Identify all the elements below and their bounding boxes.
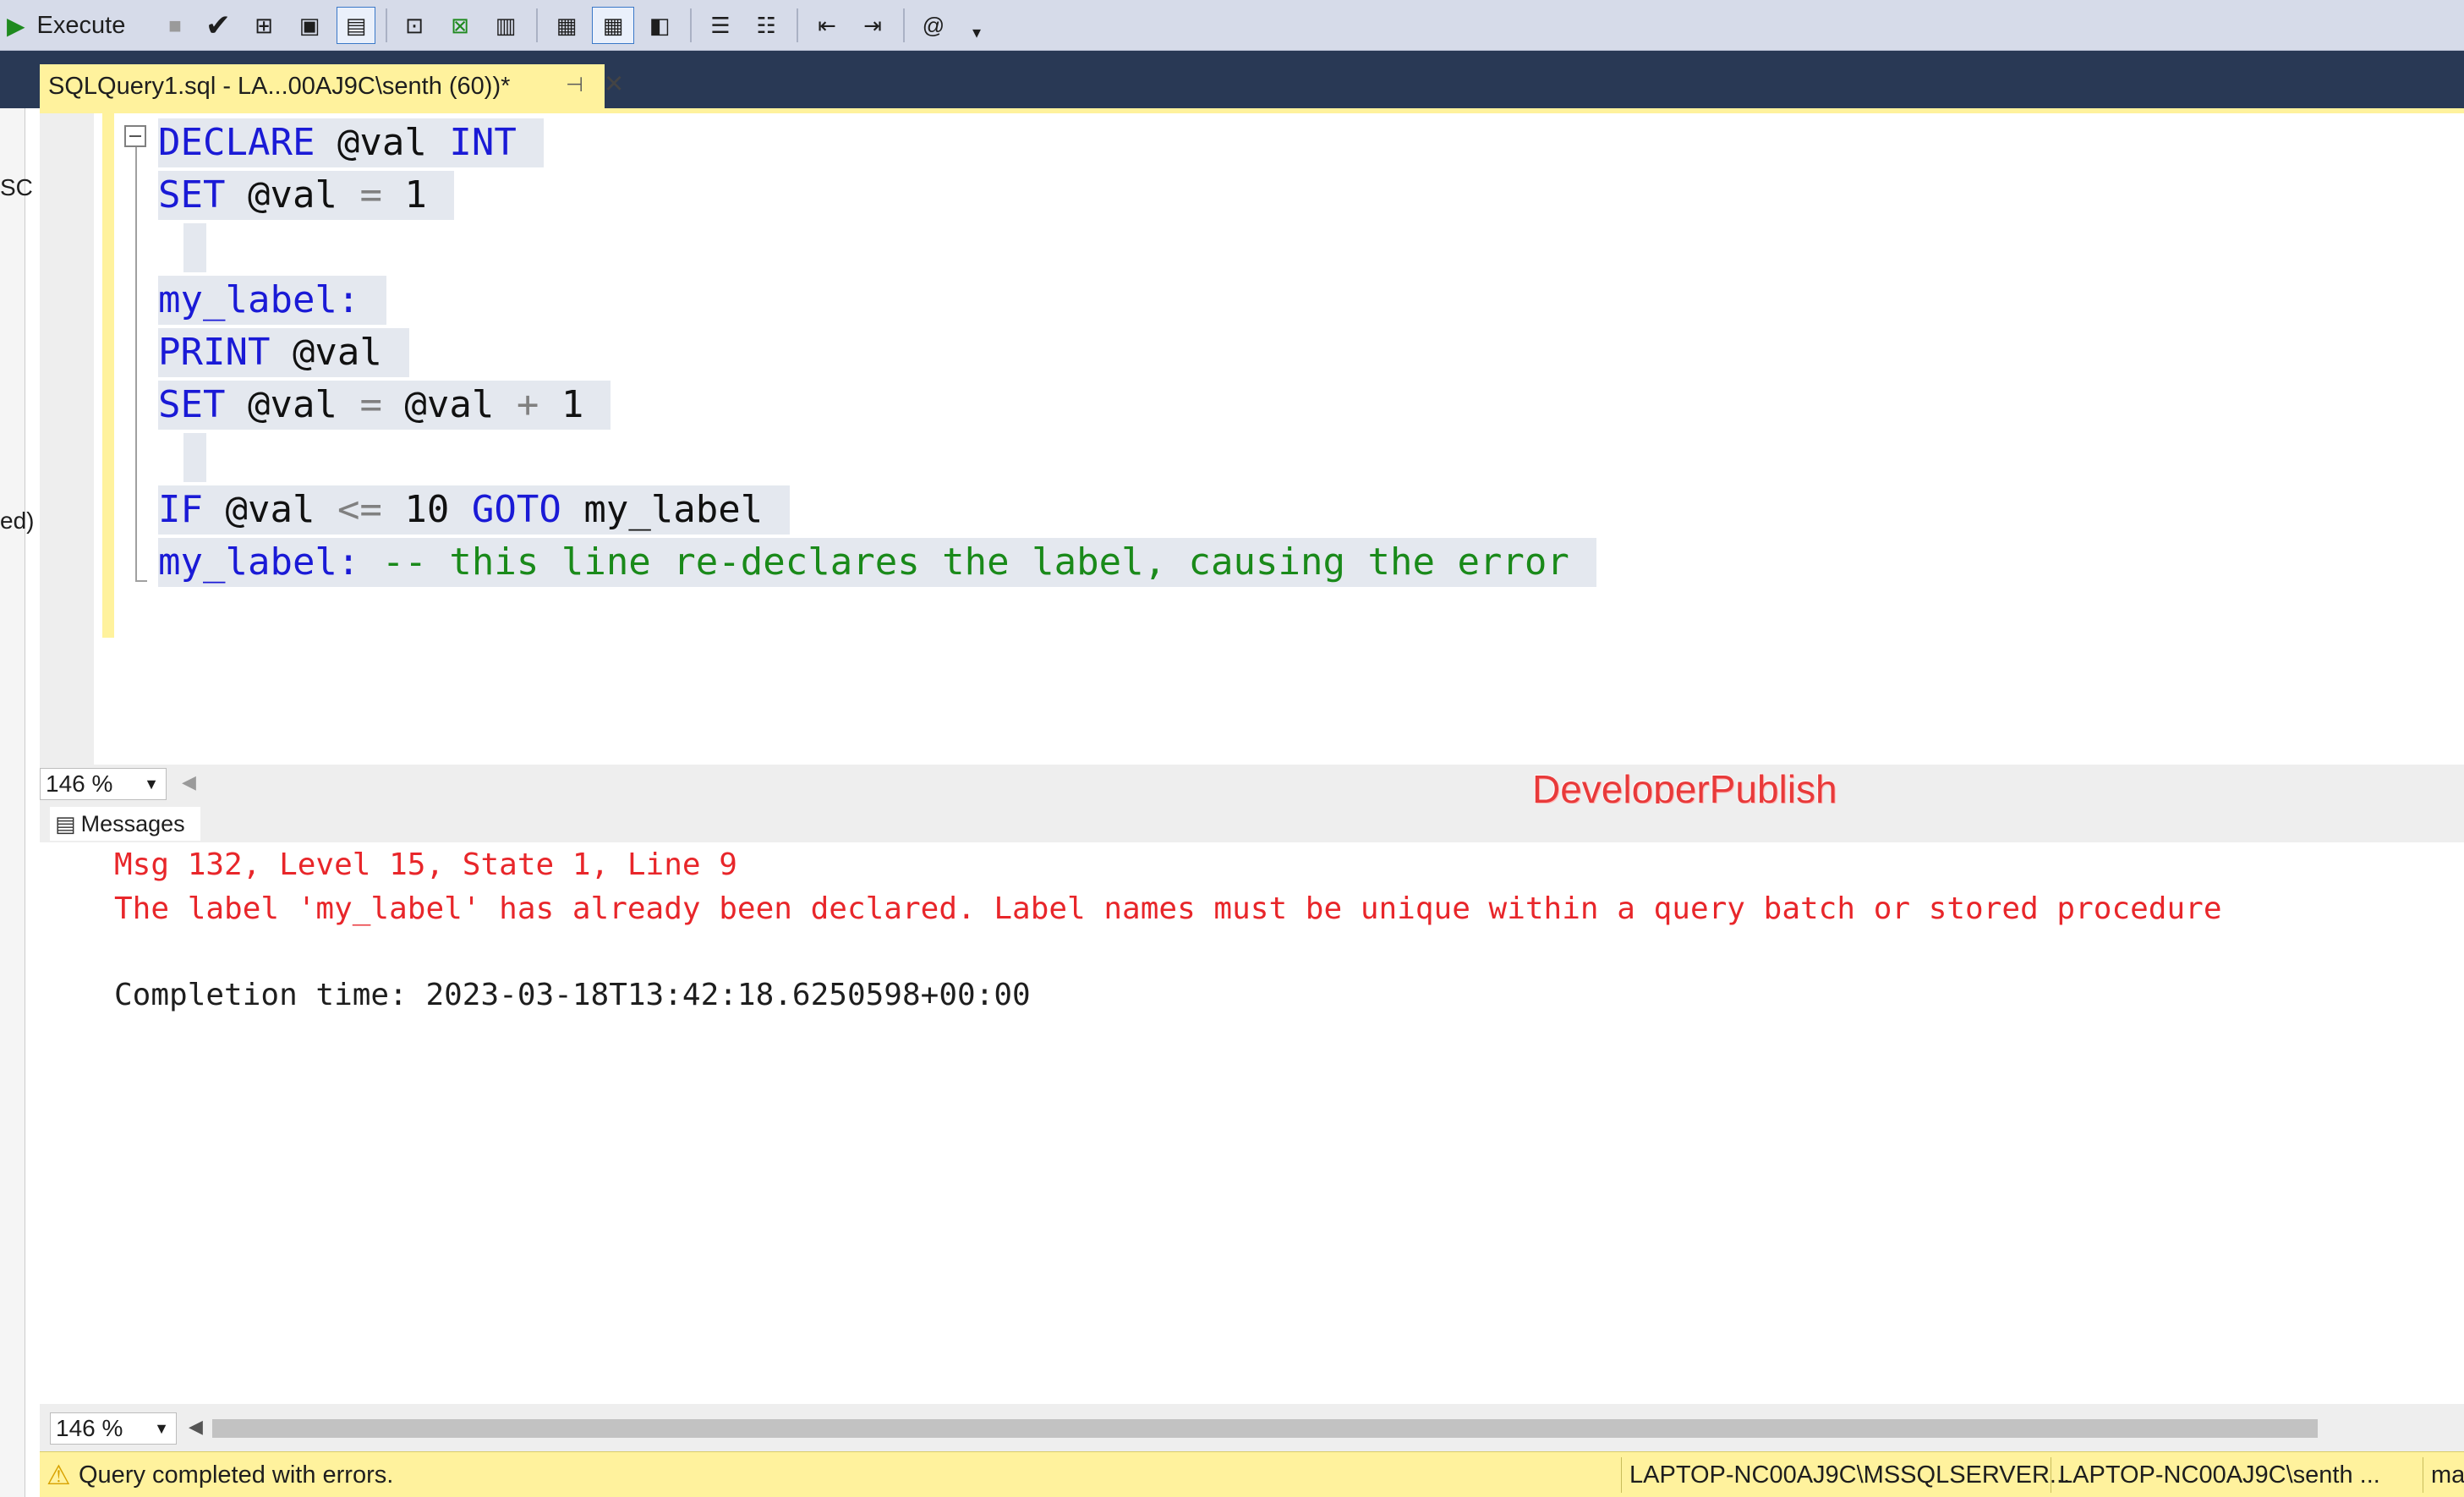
results-to-grid-icon[interactable]: ▦	[592, 7, 634, 44]
results-to-text-icon[interactable]: ▦	[548, 7, 585, 44]
code-token: 10	[381, 488, 472, 531]
collapse-toggle-icon[interactable]	[124, 125, 146, 147]
uncomment-lines-icon[interactable]: ☷	[747, 7, 785, 44]
code-token: @val	[202, 488, 337, 531]
messages-pane[interactable]: Msg 132, Level 15, State 1, Line 9 The l…	[40, 842, 2464, 1404]
code-token: GOTO	[471, 488, 561, 531]
change-tracking-bar	[102, 113, 114, 638]
warning-icon: ⚠	[47, 1460, 71, 1490]
editor-zoom-select[interactable]: 146 % ▼	[40, 768, 167, 800]
status-server: LAPTOP-NC00AJ9C\MSSQLSERVER...	[1629, 1461, 2071, 1489]
code-line[interactable]: my_label:	[158, 276, 387, 325]
code-token: 1	[381, 173, 427, 217]
stop-icon[interactable]: ■	[161, 7, 189, 44]
code-token: @val	[381, 383, 517, 426]
status-message: Query completed with errors.	[79, 1461, 394, 1489]
status-database: maste	[2431, 1461, 2464, 1489]
code-token: =	[359, 173, 382, 217]
error-message-text: The label 'my_label' has already been de…	[114, 891, 2222, 926]
code-token: +	[516, 383, 539, 426]
results-zoom-select[interactable]: 146 % ▼	[50, 1412, 177, 1445]
include-actual-plan-icon[interactable]: ⊡	[396, 7, 433, 44]
status-user: LAPTOP-NC00AJ9C\senth ...	[2059, 1461, 2380, 1489]
code-token: <=	[337, 488, 382, 531]
display-estimated-plan-icon[interactable]: ⊞	[245, 7, 282, 44]
comment-lines-icon[interactable]: ☰	[702, 7, 739, 44]
code-line[interactable]	[183, 223, 206, 272]
increase-indent-icon[interactable]: ⇥	[854, 7, 891, 44]
execute-button[interactable]: ▶ Execute	[7, 7, 151, 44]
tab-title: SQLQuery1.sql - LA...00AJ9C\senth (60))*	[48, 72, 511, 100]
code-line[interactable]: SET @val = 1	[158, 171, 454, 220]
code-line[interactable]: PRINT @val	[158, 328, 409, 377]
code-token: @val	[315, 121, 450, 164]
fold-line	[135, 147, 137, 582]
specify-template-values-icon[interactable]: @	[915, 7, 952, 44]
editor-status-strip: 146 % ▼ ◀	[40, 765, 2464, 803]
code-token: my_label:	[158, 278, 360, 321]
fold-line-end	[135, 580, 147, 582]
code-token: =	[359, 383, 382, 426]
code-token: INT	[449, 121, 517, 164]
code-line[interactable]: IF @val <= 10 GOTO my_label	[158, 485, 791, 535]
code-token: SET	[158, 383, 226, 426]
explorer-fragment: SC	[0, 174, 33, 200]
results-tab-bar: ▤ Messages	[40, 803, 2464, 842]
include-live-stats-icon[interactable]: ⊠	[441, 7, 479, 44]
results-to-file-icon[interactable]: ◧	[641, 7, 678, 44]
code-token: DECLARE	[158, 121, 315, 164]
query-toolbar: ▶ Execute ■ ✔ ⊞ ▣ ▤ ⊡ ⊠ ▥ ▦ ▦ ◧ ☰ ☷ ⇤ ⇥ …	[0, 0, 2464, 51]
code-token: @val	[225, 383, 360, 426]
messages-icon: ▤	[55, 810, 76, 836]
code-token: -- this line re-declares the label, caus…	[359, 540, 1569, 584]
query-options-icon[interactable]: ▣	[291, 7, 328, 44]
toolbar-overflow-icon[interactable]: ▾	[964, 14, 989, 51]
pin-icon[interactable]: ⊣	[566, 73, 583, 97]
scroll-left-icon[interactable]: ◀	[182, 771, 196, 793]
editor-zoom-value: 146 %	[46, 770, 113, 797]
code-line[interactable]: SET @val = @val + 1	[158, 381, 611, 430]
close-icon[interactable]: ×	[605, 66, 623, 102]
parse-checkmark-icon[interactable]: ✔	[201, 7, 235, 44]
chevron-down-icon: ▼	[144, 776, 159, 792]
code-token: SET	[158, 173, 226, 217]
code-line[interactable]: my_label: -- this line re-declares the l…	[158, 538, 1596, 587]
code-token: my_label:	[158, 540, 360, 584]
decrease-indent-icon[interactable]: ⇤	[808, 7, 846, 44]
code-token: my_label	[561, 488, 764, 531]
tab-sqlquery1[interactable]: SQLQuery1.sql - LA...00AJ9C\senth (60))*…	[40, 64, 623, 108]
document-tab-well: SQLQuery1.sql - LA...00AJ9C\senth (60))*…	[0, 51, 2464, 108]
tab-messages[interactable]: ▤ Messages	[50, 807, 200, 841]
tab-messages-label: Messages	[80, 810, 185, 836]
code-token: @val	[225, 173, 360, 217]
editor-gutter	[40, 113, 94, 765]
code-token: IF	[158, 488, 203, 531]
code-token: PRINT	[158, 331, 271, 374]
execute-play-icon: ▶	[7, 12, 25, 39]
explorer-fragment: ed)	[0, 507, 35, 534]
execute-label: Execute	[36, 11, 126, 39]
object-explorer-edge: ‹ SC ed)	[0, 51, 34, 1497]
intellisense-icon[interactable]: ▤	[337, 7, 375, 44]
code-line[interactable]	[183, 433, 206, 482]
error-message-header: Msg 132, Level 15, State 1, Line 9	[114, 847, 737, 882]
code-token: 1	[539, 383, 584, 426]
include-client-stats-icon[interactable]: ▥	[487, 7, 524, 44]
results-zoom-value: 146 %	[56, 1415, 123, 1441]
status-bar: ⚠ Query completed with errors. LAPTOP-NC…	[40, 1451, 2464, 1497]
scroll-left-icon[interactable]: ◀	[189, 1416, 203, 1438]
chevron-down-icon: ▼	[154, 1420, 169, 1437]
horizontal-scrollbar-thumb[interactable]	[212, 1419, 2318, 1438]
results-status-strip: 146 % ▼ ◀	[40, 1404, 2464, 1451]
code-token: @val	[270, 331, 382, 374]
code-line[interactable]: DECLARE @val INT	[158, 118, 544, 167]
completion-time: Completion time: 2023-03-18T13:42:18.625…	[114, 978, 1031, 1012]
query-editor[interactable]: DECLARE @val INT SET @val = 1 my_label: PR…	[40, 113, 2464, 765]
